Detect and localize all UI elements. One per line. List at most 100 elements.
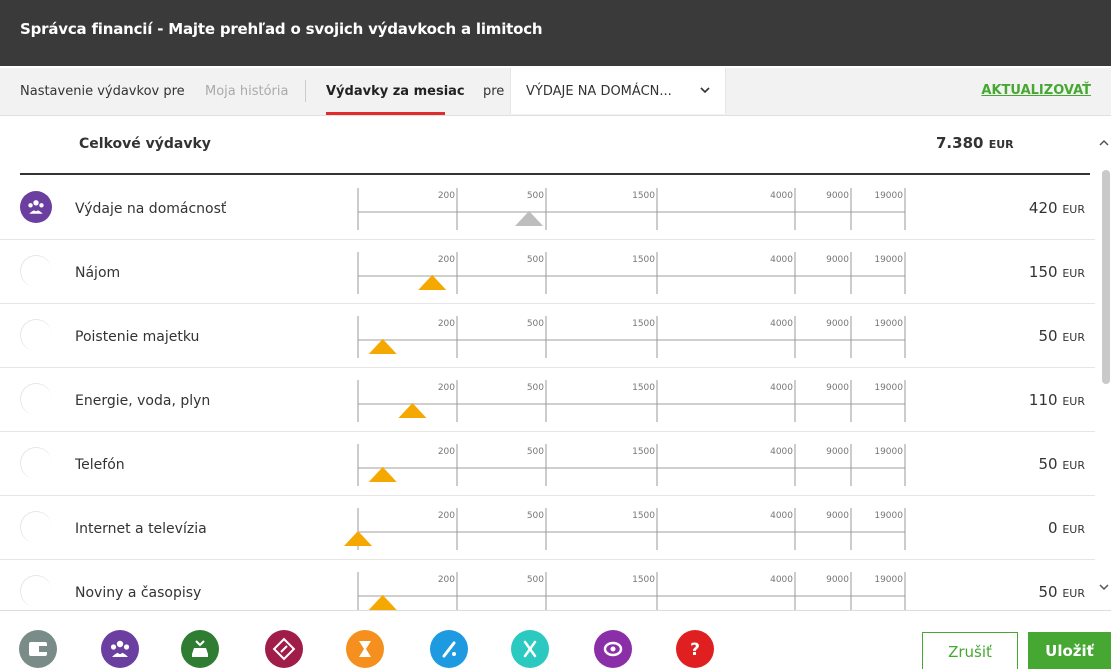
slider-tick-label: 200	[438, 191, 455, 201]
app-title: Správca financií - Majte prehľad o svoji…	[20, 20, 543, 38]
leisure-icon[interactable]	[511, 630, 549, 668]
slider-tick-label: 500	[527, 191, 544, 201]
slider-tick-label: 1500	[632, 319, 655, 329]
expense-row-amount: 150 EUR	[1028, 263, 1085, 281]
slider-tick-label: 9000	[826, 575, 849, 585]
tab-divider	[305, 80, 306, 102]
slider-tick-label: 500	[527, 383, 544, 393]
slider-tick-label: 1500	[632, 447, 655, 457]
expense-row: Noviny a časopisy 200 500 1500 4000 9000 19000…	[0, 560, 1095, 610]
slider-tick-label: 200	[438, 255, 455, 265]
tab-my-history[interactable]: Moja história	[205, 84, 288, 99]
slider-tick-label: 4000	[770, 447, 793, 457]
expense-row: Výdaje na domácnosť 200 500 1500 4000 9000 190…	[0, 176, 1095, 240]
total-expenses-amount: 7.380 EUR	[936, 134, 1014, 152]
bottom-toolbar: ? Zrušiť Uložiť	[0, 610, 1111, 669]
ticket-icon[interactable]	[265, 630, 303, 668]
slider-tick-label: 4000	[770, 511, 793, 521]
limit-slider[interactable]: 200 500 1500 4000 9000 19000	[340, 560, 920, 610]
expense-row-amount: 50 EUR	[1038, 455, 1085, 473]
health-icon[interactable]	[430, 630, 468, 668]
wallet-icon[interactable]	[19, 630, 57, 668]
tab-bar: Nastavenie výdavkov pre Moja história Vý…	[0, 68, 1111, 116]
slider-tick-label: 1500	[632, 255, 655, 265]
slider-marker	[515, 211, 544, 226]
active-tab-underline	[326, 112, 445, 115]
slider-tick-label: 1500	[632, 383, 655, 393]
limit-slider[interactable]: 200 500 1500 4000 9000 19000	[340, 496, 920, 560]
limit-slider[interactable]: 200 500 1500 4000 9000 19000	[340, 304, 920, 368]
total-expenses-row: Celkové výdavky 7.380 EUR	[0, 116, 1090, 175]
money-icon[interactable]	[594, 630, 632, 668]
help-icon[interactable]: ?	[676, 630, 714, 668]
car-icon[interactable]	[181, 630, 219, 668]
expense-row-label: Výdaje na domácnosť	[75, 201, 227, 217]
slider-tick-label: 19000	[874, 191, 903, 201]
slider-tick-label: 19000	[874, 447, 903, 457]
slider-tick-label: 19000	[874, 575, 903, 585]
expense-row-amount: 110 EUR	[1028, 391, 1085, 409]
chevron-down-icon[interactable]	[697, 82, 713, 98]
expense-row: Nájom 200 500 1500 4000 9000 19000 150 EUR	[0, 240, 1095, 304]
expense-list: Výdaje na domácnosť 200 500 1500 4000 9000 190…	[0, 176, 1095, 610]
slider-tick-label: 500	[527, 319, 544, 329]
slider-marker	[418, 275, 447, 290]
slider-tick-label: 500	[527, 575, 544, 585]
slider-tick-label: 1500	[632, 191, 655, 201]
expense-row: Telefón 200 500 1500 4000 9000 19000 50 EUR	[0, 432, 1095, 496]
scrollbar-thumb[interactable]	[1102, 170, 1110, 384]
expense-row-label: Noviny a časopisy	[75, 585, 202, 601]
category-icon-placeholder	[20, 319, 52, 351]
cancel-button[interactable]: Zrušiť	[922, 632, 1018, 669]
expense-row-label: Energie, voda, plyn	[75, 393, 211, 409]
slider-tick-label: 19000	[874, 383, 903, 393]
slider-tick-label: 9000	[826, 255, 849, 265]
total-divider	[20, 173, 1090, 175]
category-icon-placeholder	[20, 447, 52, 479]
scroll-down-icon[interactable]	[1097, 580, 1111, 594]
expense-row-label: Internet a televízia	[75, 521, 207, 537]
hourglass-icon[interactable]	[346, 630, 384, 668]
slider-tick-label: 9000	[826, 191, 849, 201]
slider-tick-label: 9000	[826, 447, 849, 457]
slider-tick-label: 500	[527, 447, 544, 457]
slider-tick-label: 4000	[770, 255, 793, 265]
slider-tick-label: 19000	[874, 319, 903, 329]
expense-row: Energie, voda, plyn 200 500 1500 4000 9000 190…	[0, 368, 1095, 432]
tab-monthly-expenses[interactable]: Výdavky za mesiac	[326, 84, 465, 99]
slider-marker	[344, 531, 372, 546]
slider-marker	[398, 403, 427, 418]
limit-slider[interactable]: 200 500 1500 4000 9000 19000	[340, 176, 920, 240]
expense-row-amount: 420 EUR	[1028, 199, 1085, 217]
expense-row-label: Poistenie majetku	[75, 329, 200, 345]
slider-tick-label: 19000	[874, 255, 903, 265]
slider-tick-label: 9000	[826, 319, 849, 329]
slider-tick-label: 200	[438, 383, 455, 393]
slider-tick-label: 4000	[770, 575, 793, 585]
slider-tick-label: 200	[438, 575, 455, 585]
slider-tick-label: 4000	[770, 383, 793, 393]
slider-marker	[368, 595, 397, 610]
update-link[interactable]: AKTUALIZOVAŤ	[981, 83, 1091, 98]
expense-row: Internet a televízia 200 500 1500 4000 9000 19…	[0, 496, 1095, 560]
slider-tick-label: 19000	[874, 511, 903, 521]
limit-slider[interactable]: 200 500 1500 4000 9000 19000	[340, 240, 920, 304]
expense-row-amount: 50 EUR	[1038, 327, 1085, 345]
expense-row-amount: 50 EUR	[1038, 583, 1085, 601]
svg-text:?: ?	[690, 640, 700, 660]
scroll-up-icon[interactable]	[1097, 136, 1111, 150]
app-title-bar: Správca financií - Majte prehľad o svoji…	[0, 0, 1111, 66]
save-button[interactable]: Uložiť	[1028, 632, 1111, 669]
household-icon	[20, 191, 52, 223]
total-expenses-label: Celkové výdavky	[79, 136, 211, 152]
category-select[interactable]: VÝDAJE NA DOMÁCN...	[510, 68, 726, 114]
slider-tick-label: 500	[527, 255, 544, 265]
slider-marker	[368, 339, 397, 354]
limit-slider[interactable]: 200 500 1500 4000 9000 19000	[340, 368, 920, 432]
limit-slider[interactable]: 200 500 1500 4000 9000 19000	[340, 432, 920, 496]
household-icon[interactable]	[101, 630, 139, 668]
slider-tick-label: 200	[438, 511, 455, 521]
expense-row-amount: 0 EUR	[1048, 519, 1085, 537]
slider-tick-label: 1500	[632, 575, 655, 585]
expense-row-label: Nájom	[75, 265, 121, 281]
